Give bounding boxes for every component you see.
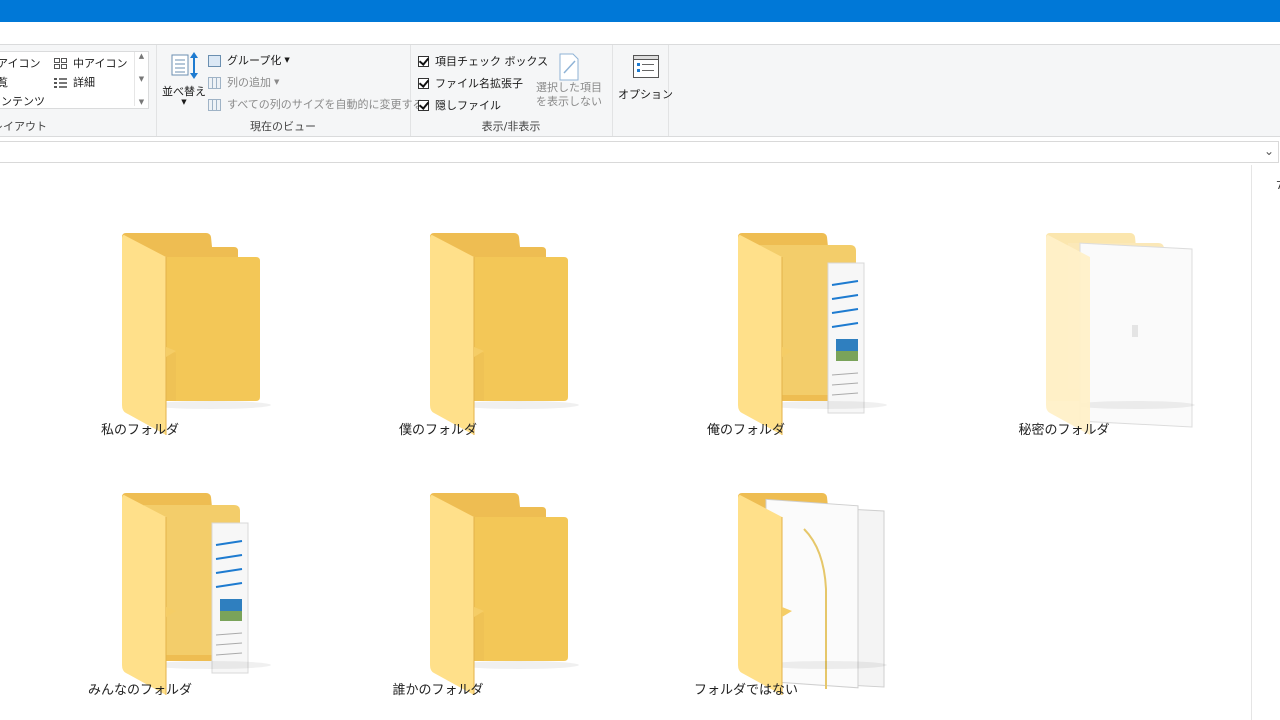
folder-item[interactable]: 私のフォルダ: [0, 165, 300, 438]
options-button[interactable]: オプション: [618, 54, 673, 102]
hidden-items-toggle[interactable]: 隠しファイル: [418, 97, 501, 113]
list-option[interactable]: 一覧: [0, 74, 8, 90]
options-icon: [632, 55, 659, 78]
group-by-button[interactable]: グループ化 ▼: [208, 52, 290, 68]
file-extensions-label: ファイル名拡張子: [435, 77, 523, 90]
add-column-icon: [208, 76, 221, 89]
sort-label: 並べ替え: [162, 85, 206, 98]
group-by-dropdown-icon: ▼: [284, 56, 290, 64]
chevron-down-icon[interactable]: ⌄: [1264, 144, 1274, 158]
expand-gallery-icon[interactable]: ▼: [139, 98, 144, 106]
layout-group-label: レイアウト: [0, 120, 47, 133]
options-label: オプション: [618, 88, 673, 101]
list-label: 一覧: [0, 76, 8, 89]
details-icon: [54, 77, 67, 88]
add-column-label: 列の追加: [227, 76, 271, 89]
layout-scrollbar[interactable]: ▲ ▼ ▼: [134, 52, 148, 106]
show-hide-group: 項目チェック ボックス ファイル名拡張子 隠しファイル 選択した項目を表示しない…: [410, 45, 613, 136]
show-hide-group-label: 表示/非表示: [481, 120, 541, 133]
medium-icons-label: 中アイコン: [73, 57, 128, 70]
details-label: 詳細: [73, 76, 95, 89]
sort-dropdown-icon: ▼: [181, 98, 187, 106]
title-bar: [0, 0, 1280, 22]
sort-icon: [171, 52, 198, 79]
details-pane-text: 7: [1276, 179, 1280, 192]
file-list-view: 私のフォルダ 僕のフォルダ 俺のフォルダ秘密のフォルダみんなのフォルダ 誰かのフォルダ…: [0, 165, 1250, 720]
layout-group: 大アイコン 中アイコン 一覧 詳細 コンテンツ ▲: [0, 45, 157, 136]
hidden-items-label: 隠しファイル: [435, 99, 501, 112]
content-label: コンテンツ: [0, 95, 45, 108]
hide-selected-label: 選択した項目を表示しない: [536, 81, 602, 108]
folder-name: 誰かのフォルダ: [392, 683, 484, 698]
details-option[interactable]: 詳細: [54, 74, 95, 90]
ribbon: 大アイコン 中アイコン 一覧 詳細 コンテンツ ▲: [0, 44, 1280, 137]
sort-button[interactable]: 並べ替え ▼: [162, 51, 206, 106]
details-pane: 7: [1251, 165, 1280, 720]
folder-item[interactable]: 誰かのフォルダ: [308, 425, 608, 698]
item-checkboxes-toggle[interactable]: 項目チェック ボックス: [418, 53, 548, 69]
autosize-columns-button[interactable]: すべての列のサイズを自動的に変更する: [208, 96, 423, 112]
hidden-items-checkbox[interactable]: [418, 99, 429, 111]
scroll-up-icon[interactable]: ▲: [139, 52, 144, 60]
folder-name: フォルダではない: [693, 683, 798, 698]
current-view-group-label: 現在のビュー: [250, 120, 316, 133]
autosize-columns-icon: [208, 98, 221, 111]
large-icons-label: 大アイコン: [0, 57, 41, 70]
medium-icons-option[interactable]: 中アイコン: [54, 55, 127, 71]
file-extensions-checkbox[interactable]: [418, 77, 429, 89]
folder-item[interactable]: 俺のフォルダ: [616, 165, 916, 438]
scroll-down-icon[interactable]: ▼: [139, 75, 144, 83]
folder-item[interactable]: 秘密のフォルダ: [924, 165, 1224, 438]
add-column-button[interactable]: 列の追加 ▼: [208, 74, 279, 90]
folder-name: 秘密のフォルダ: [1018, 423, 1110, 438]
hide-selected-icon: [559, 53, 579, 81]
folder-name: みんなのフォルダ: [87, 683, 192, 698]
group-by-icon: [208, 54, 221, 67]
folder-item[interactable]: 僕のフォルダ: [308, 165, 608, 438]
autosize-columns-label: すべての列のサイズを自動的に変更する: [227, 98, 424, 111]
file-extensions-toggle[interactable]: ファイル名拡張子: [418, 75, 523, 91]
large-icons-option[interactable]: 大アイコン: [0, 55, 40, 71]
layout-gallery: 大アイコン 中アイコン 一覧 詳細 コンテンツ ▲: [0, 51, 149, 109]
content-option[interactable]: コンテンツ: [0, 93, 45, 109]
add-column-dropdown-icon: ▼: [274, 78, 280, 86]
hide-selected-button[interactable]: 選択した項目を表示しない: [532, 53, 606, 109]
current-view-group: 並べ替え ▼ グループ化 ▼ 列の追加 ▼ すべての列のサイズを自動的に変更する…: [156, 45, 423, 136]
folder-item[interactable]: みんなのフォルダ: [0, 425, 300, 698]
address-bar[interactable]: ⌄: [0, 141, 1279, 163]
folder-item[interactable]: フォルダではない: [616, 425, 916, 698]
options-group: オプション: [612, 45, 673, 136]
medium-icons-icon: [54, 57, 67, 69]
group-by-label: グループ化: [227, 54, 282, 67]
item-checkboxes-checkbox[interactable]: [418, 55, 429, 67]
